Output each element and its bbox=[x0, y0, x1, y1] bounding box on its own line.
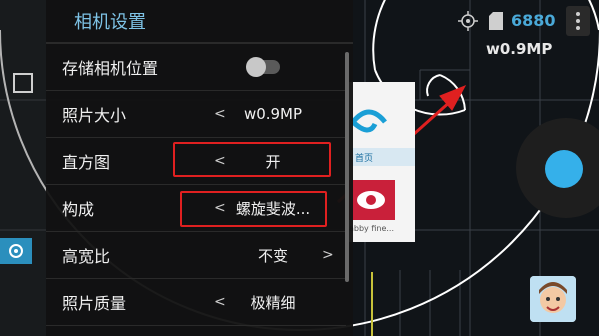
settings-row-aspect-ratio[interactable]: 高宽比 不变 > bbox=[46, 232, 346, 279]
panel-scrollbar[interactable] bbox=[345, 52, 349, 282]
row-label: 照片大小 bbox=[62, 106, 127, 125]
toggle-knob bbox=[246, 57, 266, 77]
row-label: 直方图 bbox=[62, 153, 111, 172]
row-label: 照片质量 bbox=[62, 294, 127, 313]
row-label: 存储相机位置 bbox=[62, 59, 159, 78]
gallery-thumbnail[interactable] bbox=[530, 276, 576, 322]
row-value: 不变 bbox=[257, 246, 288, 265]
crosshair-icon[interactable] bbox=[458, 11, 478, 31]
composition-highlight-box bbox=[180, 191, 327, 227]
chevron-left-icon[interactable]: < bbox=[214, 294, 226, 310]
preview-caption: abby fine... bbox=[349, 224, 394, 233]
camera-ring-icon[interactable] bbox=[0, 238, 32, 264]
row-value: w0.9MP bbox=[243, 105, 303, 123]
chevron-left-icon[interactable]: < bbox=[214, 106, 226, 122]
histogram-highlight-box bbox=[173, 142, 331, 177]
thumbnail-image bbox=[530, 276, 576, 322]
settings-row-photo-size[interactable]: 照片大小 < w0.9MP bbox=[46, 91, 346, 138]
camera-settings-panel: 相机设置 存储相机位置 照片大小 < w0.9MP 直方图 < 开 构成 < 螺… bbox=[46, 0, 353, 336]
row-label: 构成 bbox=[62, 200, 95, 219]
settings-row-save-location[interactable]: 存储相机位置 bbox=[46, 44, 346, 91]
mode-strip bbox=[0, 0, 46, 336]
square-icon[interactable] bbox=[13, 73, 33, 93]
resolution-label: w0.9MP bbox=[486, 40, 553, 58]
shutter-button[interactable] bbox=[545, 150, 583, 188]
chevron-right-icon[interactable]: > bbox=[322, 247, 334, 263]
settings-row-photo-quality[interactable]: 照片质量 < 极精细 bbox=[46, 279, 346, 326]
save-location-toggle[interactable] bbox=[246, 57, 280, 77]
panel-title: 相机设置 bbox=[46, 0, 353, 44]
preview-app-fragment: 首页 abby fine... bbox=[347, 82, 415, 242]
row-value: 极精细 bbox=[250, 293, 296, 312]
sd-card-icon bbox=[489, 12, 503, 30]
row-label: 高宽比 bbox=[62, 247, 111, 266]
photo-counter: 6880 bbox=[511, 11, 556, 30]
more-vert-icon[interactable] bbox=[566, 6, 590, 36]
preview-tab-label: 首页 bbox=[355, 154, 374, 164]
